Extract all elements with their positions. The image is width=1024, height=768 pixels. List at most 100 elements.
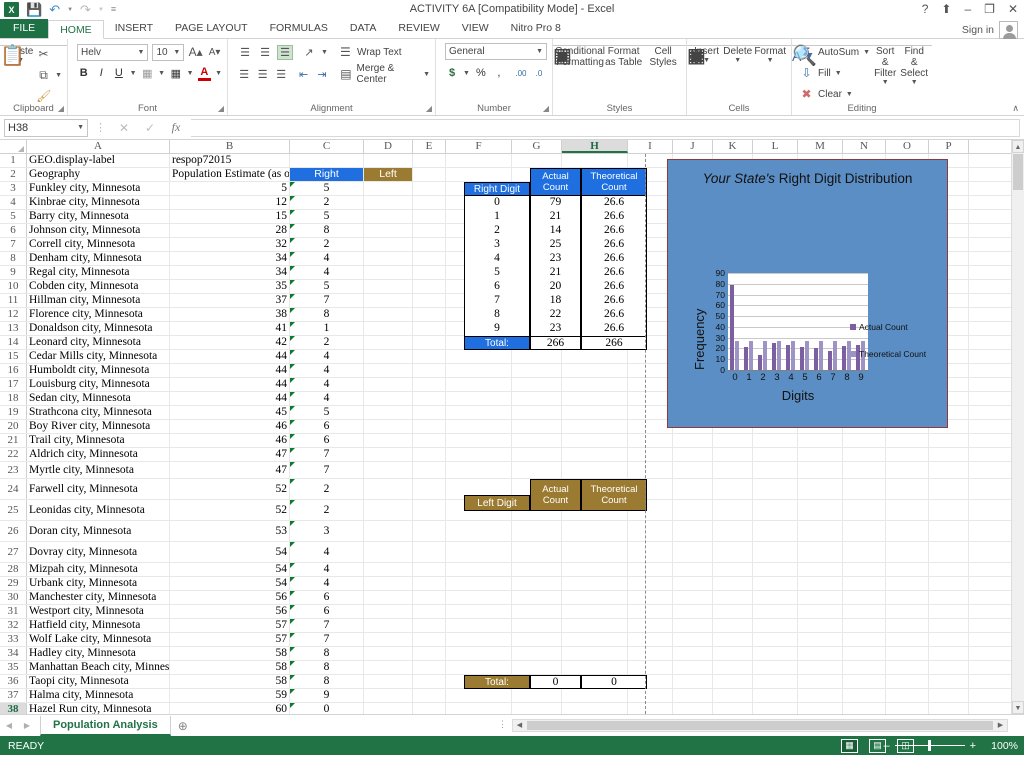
- row-header-26[interactable]: 26: [0, 521, 27, 541]
- cell[interactable]: [798, 647, 843, 660]
- cell[interactable]: [713, 577, 753, 590]
- row-header-23[interactable]: 23: [0, 462, 27, 478]
- cell[interactable]: Hillman city, Minnesota: [27, 294, 170, 307]
- row-header-14[interactable]: 14: [0, 336, 27, 349]
- cell[interactable]: [929, 619, 969, 632]
- merge-center-dropdown-icon[interactable]: ▼: [423, 71, 430, 78]
- column-header-h[interactable]: H: [562, 140, 628, 153]
- select-all-corner[interactable]: [0, 140, 27, 153]
- chart-bar-actual[interactable]: [785, 345, 790, 370]
- cell[interactable]: [673, 591, 713, 604]
- cell[interactable]: 5: [170, 182, 290, 195]
- cell[interactable]: [413, 633, 446, 646]
- underline-dropdown-icon[interactable]: ▼: [130, 70, 137, 77]
- cell[interactable]: [929, 563, 969, 576]
- chart-bar-theoretical[interactable]: [735, 341, 740, 370]
- cell[interactable]: 9: [290, 689, 364, 702]
- cell[interactable]: Doran city, Minnesota: [27, 521, 170, 541]
- cell[interactable]: 6: [290, 434, 364, 447]
- cell[interactable]: [753, 633, 798, 646]
- column-header-a[interactable]: A: [27, 140, 170, 153]
- cell[interactable]: [562, 378, 628, 391]
- cell[interactable]: [798, 542, 843, 562]
- chart-bar-theoretical[interactable]: [819, 341, 824, 370]
- number-format-dropdown-icon[interactable]: ▼: [536, 48, 543, 55]
- font-dialog-launcher[interactable]: ◢: [218, 104, 224, 113]
- chart-bar-theoretical[interactable]: [777, 341, 782, 370]
- cell[interactable]: [413, 266, 446, 279]
- cell[interactable]: 44: [170, 378, 290, 391]
- cell[interactable]: 5: [290, 210, 364, 223]
- name-box[interactable]: H38 ▼: [4, 118, 88, 137]
- cell[interactable]: [886, 703, 929, 714]
- cell[interactable]: [364, 378, 413, 391]
- sheet-overflow-icon[interactable]: ⋮: [498, 719, 507, 730]
- find-select-dropdown-icon[interactable]: ▼: [911, 79, 918, 86]
- cell[interactable]: [886, 462, 929, 478]
- cell[interactable]: [673, 563, 713, 576]
- cell[interactable]: Dovray city, Minnesota: [27, 542, 170, 562]
- font-color-dropdown-icon[interactable]: ▼: [215, 70, 222, 77]
- align-left-icon[interactable]: ☰: [237, 67, 251, 82]
- cell[interactable]: [628, 605, 673, 618]
- row-header-19[interactable]: 19: [0, 406, 27, 419]
- scroll-right-icon[interactable]: ▶: [994, 720, 1007, 731]
- chart-bar-actual[interactable]: [799, 347, 804, 370]
- cell[interactable]: Florence city, Minnesota: [27, 308, 170, 321]
- cell[interactable]: [364, 605, 413, 618]
- cell[interactable]: 6: [290, 420, 364, 433]
- cell[interactable]: 45: [170, 406, 290, 419]
- copy-icon[interactable]: ⧉: [36, 68, 51, 83]
- cell[interactable]: Kinbrae city, Minnesota: [27, 196, 170, 209]
- align-right-icon[interactable]: ☰: [274, 67, 288, 82]
- cell[interactable]: 8: [290, 661, 364, 674]
- cell[interactable]: [512, 364, 562, 377]
- cell[interactable]: [364, 406, 413, 419]
- cell[interactable]: [753, 434, 798, 447]
- cell[interactable]: 58: [170, 647, 290, 660]
- cell[interactable]: [413, 563, 446, 576]
- cell[interactable]: [628, 563, 673, 576]
- percent-icon[interactable]: %: [474, 67, 488, 79]
- cell[interactable]: [364, 479, 413, 499]
- cell[interactable]: [753, 703, 798, 714]
- cell[interactable]: Cobden city, Minnesota: [27, 280, 170, 293]
- cell[interactable]: [713, 703, 753, 714]
- cell[interactable]: 3: [290, 521, 364, 541]
- cell[interactable]: [364, 633, 413, 646]
- cell[interactable]: Leonidas city, Minnesota: [27, 500, 170, 520]
- cell[interactable]: [886, 661, 929, 674]
- cell[interactable]: Trail city, Minnesota: [27, 434, 170, 447]
- tab-page-layout[interactable]: PAGE LAYOUT: [164, 19, 259, 38]
- cell[interactable]: [562, 406, 628, 419]
- increase-indent-icon[interactable]: ⇥: [315, 67, 329, 82]
- column-header-g[interactable]: G: [512, 140, 562, 153]
- row-header-3[interactable]: 3: [0, 182, 27, 195]
- cell[interactable]: [364, 448, 413, 461]
- column-header-p[interactable]: P: [929, 140, 969, 153]
- cell[interactable]: [446, 448, 512, 461]
- cell[interactable]: 58: [170, 675, 290, 688]
- row-header-5[interactable]: 5: [0, 210, 27, 223]
- row-header-10[interactable]: 10: [0, 280, 27, 293]
- cell[interactable]: [413, 210, 446, 223]
- cell[interactable]: [446, 647, 512, 660]
- cell[interactable]: [512, 563, 562, 576]
- zoom-slider[interactable]: [894, 740, 965, 751]
- row-header-15[interactable]: 15: [0, 350, 27, 363]
- cell[interactable]: 28: [170, 224, 290, 237]
- cell[interactable]: 2: [290, 500, 364, 520]
- cell[interactable]: 37: [170, 294, 290, 307]
- cell[interactable]: [929, 605, 969, 618]
- table-row[interactable]: 23 Myrtle city, Minnesota 47 7: [0, 462, 1024, 479]
- cell[interactable]: [413, 448, 446, 461]
- cell[interactable]: Humboldt city, Minnesota: [27, 364, 170, 377]
- cell[interactable]: [673, 462, 713, 478]
- cell[interactable]: [446, 619, 512, 632]
- row-header-32[interactable]: 32: [0, 619, 27, 632]
- bold-icon[interactable]: B: [77, 67, 91, 79]
- cell[interactable]: [512, 619, 562, 632]
- cell[interactable]: [843, 500, 886, 520]
- cell[interactable]: [446, 689, 512, 702]
- row-header-25[interactable]: 25: [0, 500, 27, 520]
